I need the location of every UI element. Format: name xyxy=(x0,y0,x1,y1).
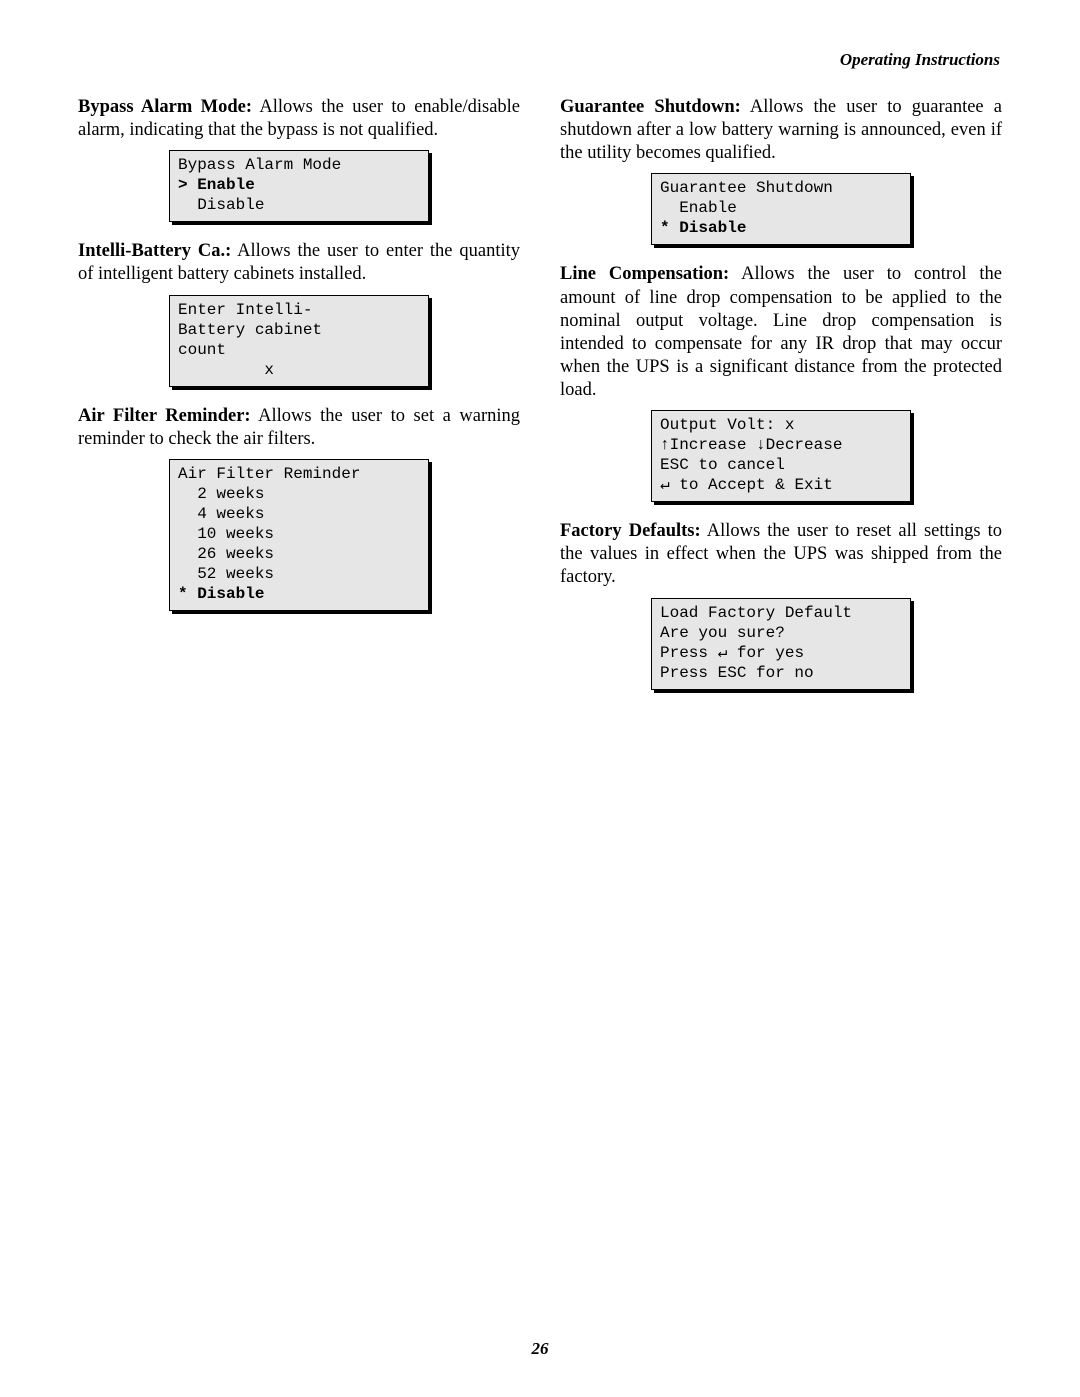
line-compensation-text: Allows the user to control the amount of… xyxy=(560,264,1002,400)
lcd-line: * Disable xyxy=(660,219,746,237)
bypass-alarm-lead: Bypass Alarm Mode: xyxy=(78,97,252,117)
lcd-line: Are you sure? xyxy=(660,624,785,642)
lcd-line: 4 weeks xyxy=(178,505,264,523)
lcd-line: ESC to cancel xyxy=(660,456,785,474)
left-column: Bypass Alarm Mode: Allows the user to en… xyxy=(78,96,520,708)
lcd-line: Enter Intelli- xyxy=(178,301,312,319)
lcd-line: count xyxy=(178,341,226,359)
guarantee-shutdown-lead: Guarantee Shutdown: xyxy=(560,97,741,117)
lcd-line: Output Volt: x xyxy=(660,416,794,434)
lcd-line: ↵ to Accept & Exit xyxy=(660,476,833,494)
factory-defaults-paragraph: Factory Defaults: Allows the user to res… xyxy=(560,520,1002,589)
lcd-line: 10 weeks xyxy=(178,525,274,543)
lcd-line: Guarantee Shutdown xyxy=(660,179,833,197)
air-filter-paragraph: Air Filter Reminder: Allows the user to … xyxy=(78,405,520,451)
line-compensation-lcd: Output Volt: x ↑Increase ↓Decrease ESC t… xyxy=(651,410,911,502)
lcd-line: Battery cabinet xyxy=(178,321,322,339)
intelli-battery-lead: Intelli-Battery Ca.: xyxy=(78,241,231,261)
lcd-line: * Disable xyxy=(178,585,264,603)
lcd-line: Bypass Alarm Mode xyxy=(178,156,341,174)
lcd-line: 26 weeks xyxy=(178,545,274,563)
guarantee-shutdown-lcd: Guarantee Shutdown Enable * Disable xyxy=(651,173,911,245)
bypass-alarm-lcd: Bypass Alarm Mode > Enable Disable xyxy=(169,150,429,222)
page-header: Operating Instructions xyxy=(78,50,1002,70)
lcd-line: Press ESC for no xyxy=(660,664,814,682)
factory-defaults-lcd: Load Factory Default Are you sure? Press… xyxy=(651,598,911,690)
lcd-line: Load Factory Default xyxy=(660,604,852,622)
lcd-line: Disable xyxy=(178,196,264,214)
right-column: Guarantee Shutdown: Allows the user to g… xyxy=(560,96,1002,708)
two-column-layout: Bypass Alarm Mode: Allows the user to en… xyxy=(78,96,1002,708)
line-compensation-paragraph: Line Compensation: Allows the user to co… xyxy=(560,263,1002,402)
guarantee-shutdown-paragraph: Guarantee Shutdown: Allows the user to g… xyxy=(560,96,1002,165)
lcd-line: ↑Increase ↓Decrease xyxy=(660,436,842,454)
intelli-battery-lcd: Enter Intelli- Battery cabinet count x xyxy=(169,295,429,387)
lcd-line: x xyxy=(178,361,274,379)
page-number: 26 xyxy=(0,1339,1080,1359)
factory-defaults-lead: Factory Defaults: xyxy=(560,521,701,541)
lcd-line: Enable xyxy=(660,199,737,217)
lcd-line: 2 weeks xyxy=(178,485,264,503)
air-filter-lcd: Air Filter Reminder 2 weeks 4 weeks 10 w… xyxy=(169,459,429,611)
lcd-line: 52 weeks xyxy=(178,565,274,583)
intelli-battery-paragraph: Intelli-Battery Ca.: Allows the user to … xyxy=(78,240,520,286)
lcd-line: Press ↵ for yes xyxy=(660,644,804,662)
air-filter-lead: Air Filter Reminder: xyxy=(78,406,251,426)
bypass-alarm-paragraph: Bypass Alarm Mode: Allows the user to en… xyxy=(78,96,520,142)
lcd-line: > Enable xyxy=(178,176,255,194)
line-compensation-lead: Line Compensation: xyxy=(560,264,729,284)
lcd-line: Air Filter Reminder xyxy=(178,465,360,483)
